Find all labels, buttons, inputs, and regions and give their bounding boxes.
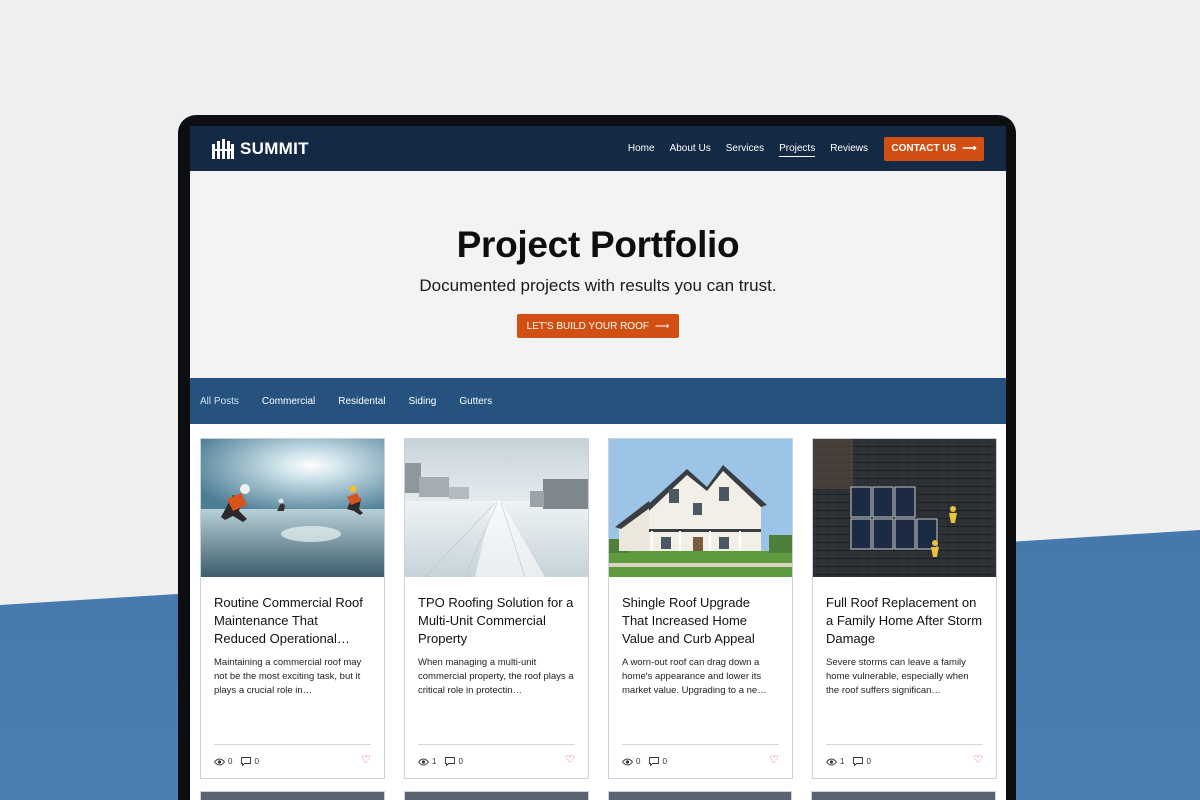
post-image-workers-on-roof[interactable] — [201, 439, 384, 577]
build-your-roof-button[interactable]: LET'S BUILD YOUR ROOF ⟶ — [516, 314, 680, 338]
nav-links: Home About Us Services Projects Reviews — [628, 141, 868, 157]
category-filter-bar: All Posts Commercial Residental Siding G… — [190, 378, 1006, 424]
nav-link-reviews[interactable]: Reviews — [830, 141, 868, 157]
filter-siding[interactable]: Siding — [409, 396, 437, 407]
arrow-right-icon: ⟶ — [962, 143, 977, 154]
logo-icon — [212, 138, 234, 159]
comments-stat: 0 — [853, 757, 871, 766]
post-title[interactable]: TPO Roofing Solution for a Multi-Unit Co… — [418, 594, 575, 648]
comment-icon — [445, 757, 456, 766]
logo[interactable]: SUMMIT — [212, 138, 309, 159]
eye-icon — [826, 758, 837, 765]
post-footer: 1 0 ♡ — [826, 744, 983, 766]
build-your-roof-label: LET'S BUILD YOUR ROOF — [526, 320, 649, 332]
comments-stat: 0 — [241, 757, 259, 766]
like-heart-icon[interactable]: ♡ — [361, 755, 371, 766]
post-excerpt: A worn-out roof can drag down a home's a… — [622, 657, 767, 696]
filter-commercial[interactable]: Commercial — [262, 396, 315, 407]
page-title: Project Portfolio — [456, 224, 740, 265]
like-heart-icon[interactable]: ♡ — [769, 755, 779, 766]
like-heart-icon[interactable]: ♡ — [565, 755, 575, 766]
contact-us-button[interactable]: CONTACT US ⟶ — [884, 136, 984, 161]
views-count: 0 — [636, 757, 641, 766]
filter-gutters[interactable]: Gutters — [459, 396, 492, 407]
post-title[interactable]: Full Roof Replacement on a Family Home A… — [826, 594, 983, 648]
views-count: 1 — [432, 757, 437, 766]
brand-name: SUMMIT — [240, 138, 309, 158]
post-card-partial[interactable] — [403, 791, 589, 800]
nav-link-home[interactable]: Home — [628, 141, 655, 157]
eye-icon — [622, 758, 633, 765]
filter-residental[interactable]: Residental — [338, 396, 385, 407]
post-card[interactable]: Routine Commercial Roof Maintenance That… — [200, 438, 385, 779]
nav-link-services[interactable]: Services — [726, 141, 764, 157]
post-grid: Routine Commercial Roof Maintenance That… — [190, 424, 1006, 779]
views-stat: 0 — [622, 757, 640, 766]
comments-count: 0 — [662, 757, 667, 766]
post-footer: 1 0 ♡ — [418, 744, 575, 766]
browser-screen: SUMMIT Home About Us Services Projects R… — [190, 126, 1006, 800]
post-card-partial[interactable] — [811, 791, 996, 800]
post-footer: 0 0 ♡ — [622, 744, 779, 766]
contact-us-label: CONTACT US — [891, 143, 957, 154]
post-image-suburban-house[interactable] — [609, 439, 792, 577]
filter-all-posts[interactable]: All Posts — [200, 396, 239, 407]
comment-icon — [241, 757, 252, 766]
post-image-roof-with-solar-panels[interactable] — [813, 439, 996, 577]
comments-count: 0 — [254, 757, 259, 766]
views-stat: 1 — [418, 757, 436, 766]
hero-section: Project Portfolio Documented projects wi… — [190, 171, 1006, 378]
post-card[interactable]: Shingle Roof Upgrade That Increased Home… — [608, 438, 793, 779]
post-card[interactable]: Full Roof Replacement on a Family Home A… — [812, 438, 997, 779]
post-grid-next-row — [190, 779, 1006, 800]
post-excerpt: Severe storms can leave a family home vu… — [826, 657, 969, 696]
comments-stat: 0 — [445, 757, 463, 766]
like-heart-icon[interactable]: ♡ — [973, 755, 983, 766]
comments-count: 0 — [866, 757, 871, 766]
top-navigation: SUMMIT Home About Us Services Projects R… — [190, 126, 1006, 171]
eye-icon — [214, 758, 225, 765]
views-count: 0 — [228, 757, 233, 766]
page-subtitle: Documented projects with results you can… — [419, 276, 777, 295]
eye-icon — [418, 758, 429, 765]
arrow-right-icon: ⟶ — [654, 320, 670, 332]
post-card[interactable]: TPO Roofing Solution for a Multi-Unit Co… — [404, 438, 589, 779]
comment-icon — [853, 757, 864, 766]
nav-link-projects[interactable]: Projects — [779, 141, 816, 157]
comments-count: 0 — [458, 757, 463, 766]
comment-icon — [649, 757, 660, 766]
post-card-partial[interactable] — [607, 791, 793, 800]
post-image-white-tpo-roof[interactable] — [405, 439, 588, 577]
post-excerpt: When managing a multi-unit commercial pr… — [418, 657, 574, 696]
post-card-partial[interactable] — [200, 791, 385, 800]
views-stat: 1 — [826, 757, 844, 766]
comments-stat: 0 — [649, 757, 667, 766]
post-title[interactable]: Routine Commercial Roof Maintenance That… — [214, 594, 371, 648]
post-excerpt: Maintaining a commercial roof may not be… — [214, 657, 362, 696]
views-stat: 0 — [214, 757, 232, 766]
nav-link-about-us[interactable]: About Us — [670, 141, 711, 157]
post-title[interactable]: Shingle Roof Upgrade That Increased Home… — [622, 594, 779, 648]
views-count: 1 — [840, 757, 845, 766]
post-footer: 0 0 ♡ — [214, 744, 371, 766]
